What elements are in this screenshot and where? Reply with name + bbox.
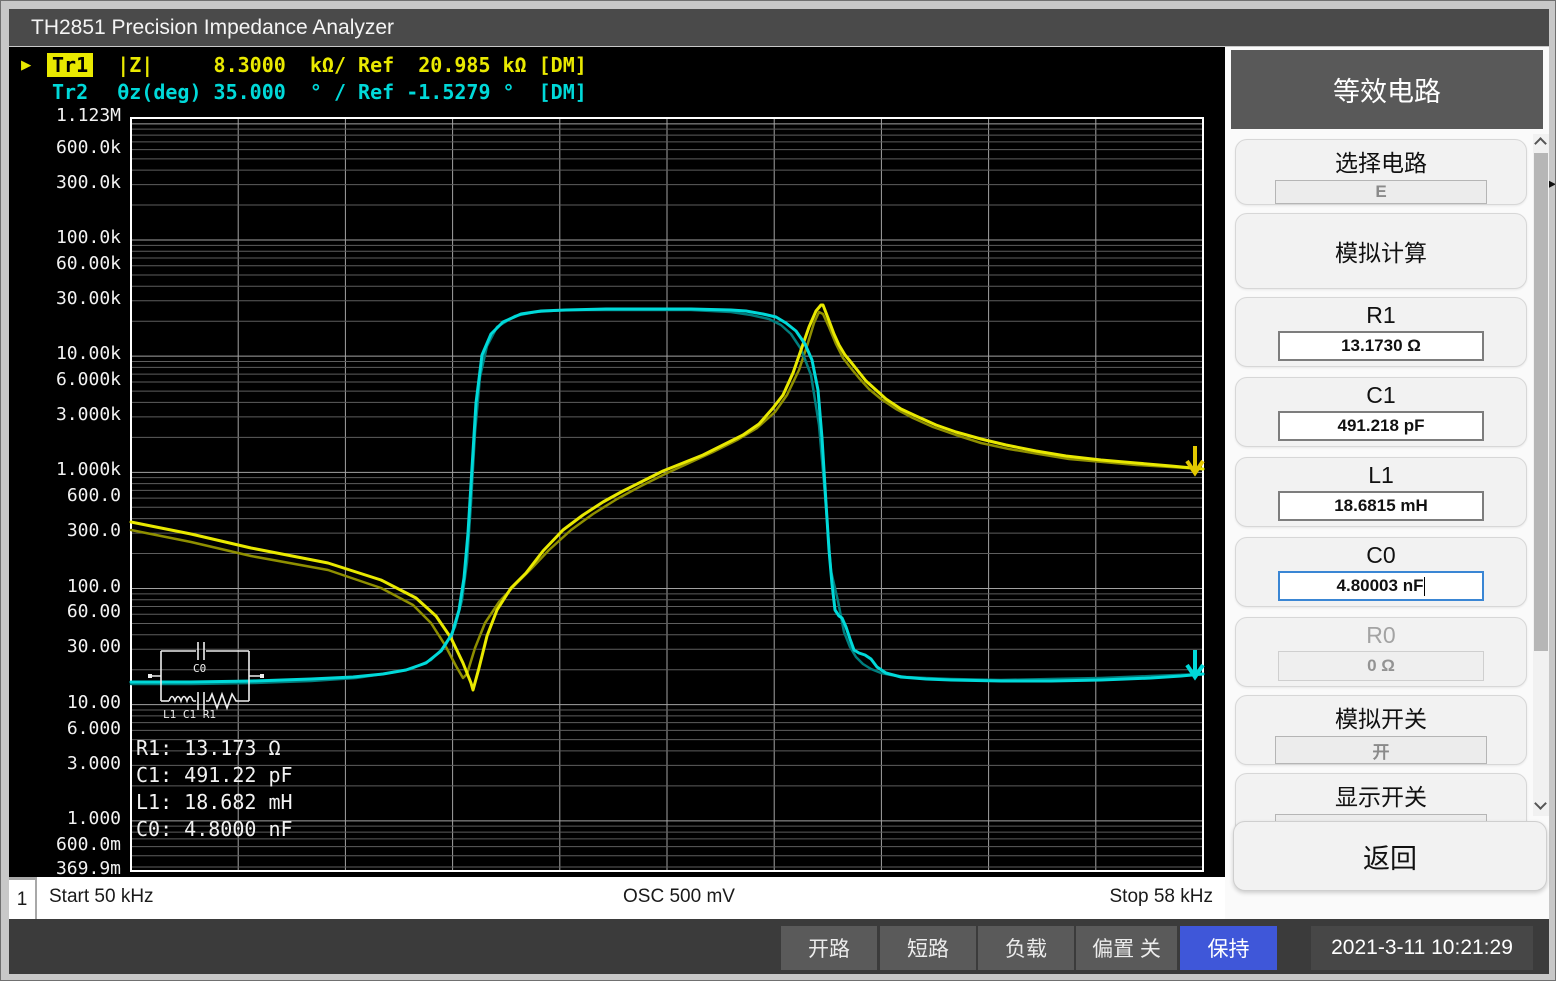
- select-circuit-button[interactable]: 选择电路 E ▶: [1235, 139, 1555, 205]
- open-cal-button[interactable]: 开路: [781, 926, 877, 970]
- c0-value-input[interactable]: 4.80003 nF: [1278, 571, 1484, 601]
- circuit-series-label: L1 C1 R1: [163, 708, 216, 719]
- param-label-r0: R0: [1366, 622, 1396, 648]
- param-value-l1[interactable]: 18.6815 mH: [1278, 491, 1484, 521]
- sweep-status-bar: 1 Start 50 kHz OSC 500 mV Stop 58 kHz: [9, 877, 1225, 919]
- c0-value-text: 4.80003 nF: [1336, 576, 1424, 595]
- sweep-start-label: Start 50 kHz: [49, 886, 154, 907]
- y-axis-tick-label: 10.00k: [55, 343, 121, 365]
- simulate-calc-button[interactable]: 模拟计算: [1235, 213, 1527, 289]
- param-label-c1: C1: [1366, 382, 1396, 408]
- trace1-badge[interactable]: Tr1: [47, 53, 94, 77]
- trace2-row: ▶ Tr2 θz(deg) 35.000 ° / Ref -1.5279 ° […: [21, 79, 587, 105]
- annotation-l1: L1: 18.682 mH: [136, 790, 293, 814]
- short-cal-button[interactable]: 短路: [880, 926, 976, 970]
- sim-switch-button[interactable]: 模拟开关 开: [1235, 695, 1527, 765]
- back-button-label: 返回: [1363, 843, 1417, 874]
- fit-result-annotations: R1: 13.173 Ω C1: 491.22 pF L1: 18.682 mH…: [136, 735, 293, 843]
- text-cursor: [1424, 576, 1426, 596]
- param-button-r0: R0 0 Ω: [1235, 617, 1527, 687]
- y-axis-tick-label: 1.000: [66, 807, 121, 829]
- param-button-c0[interactable]: C0 4.80003 nF: [1235, 537, 1527, 607]
- y-axis-tick-label: 1.123M: [55, 105, 121, 126]
- param-button-r1[interactable]: R1 13.1730 Ω: [1235, 297, 1527, 367]
- y-axis-tick-label: 6.000: [66, 717, 121, 739]
- param-value-r1[interactable]: 13.1730 Ω: [1278, 331, 1484, 361]
- param-value-r0: 0 Ω: [1278, 651, 1484, 681]
- param-value-c1[interactable]: 491.218 pF: [1278, 411, 1484, 441]
- sidebar-scrollbar[interactable]: [1533, 134, 1549, 816]
- instrument-screen: TH2851 Precision Impedance Analyzer ▶ Tr…: [0, 0, 1556, 981]
- hold-button[interactable]: 保持: [1180, 926, 1277, 970]
- y-axis-tick-label: 30.00k: [55, 287, 121, 309]
- equivalent-circuit-diagram: C0 L1 C1 R1: [148, 642, 264, 719]
- y-axis-tick-label: 60.00: [66, 601, 121, 623]
- sim-switch-label: 模拟开关: [1335, 706, 1427, 732]
- datetime-display: 2021-3-11 10:21:29: [1311, 926, 1533, 970]
- param-button-c1[interactable]: C1 491.218 pF: [1235, 377, 1527, 447]
- select-circuit-value[interactable]: E: [1275, 180, 1487, 204]
- sidebar: 等效电路 选择电路 E ▶ 模拟计算 R1 13.1730 Ω C1 491.2…: [1225, 47, 1555, 919]
- trace2-badge[interactable]: Tr2: [47, 80, 93, 104]
- simulate-calc-label: 模拟计算: [1335, 240, 1427, 266]
- trace1-readout: |Z| 8.3000 kΩ/ Ref 20.985 kΩ [DM]: [93, 53, 587, 77]
- sidebar-title: 等效电路: [1231, 50, 1543, 129]
- annotation-c1: C1: 491.22 pF: [136, 763, 293, 787]
- window-title: TH2851 Precision Impedance Analyzer: [31, 16, 395, 39]
- load-cal-button[interactable]: 负载: [978, 926, 1074, 970]
- scrollbar-thumb[interactable]: [1534, 153, 1548, 651]
- scroll-down-icon[interactable]: [1534, 797, 1547, 810]
- y-axis-tick-label: 300.0: [66, 520, 121, 542]
- bottom-toolbar: 开路 短路 负载 偏置 关 保持 2021-3-11 10:21:29: [9, 919, 1549, 974]
- sweep-stop-label: Stop 58 kHz: [1109, 886, 1214, 907]
- titlebar: TH2851 Precision Impedance Analyzer: [9, 9, 1549, 46]
- y-axis-tick-label: 10.00: [66, 691, 121, 713]
- y-axis-tick-label: 600.0m: [55, 833, 121, 855]
- y-axis-tick-label: 3.000k: [55, 404, 121, 425]
- active-trace-marker-icon: ▶: [21, 55, 32, 75]
- y-axis-tick-label: 100.0: [66, 575, 121, 597]
- y-axis-tick-label: 600.0k: [55, 136, 121, 158]
- annotation-r1: R1: 13.173 Ω: [136, 736, 281, 760]
- param-label-c0: C0: [1366, 542, 1396, 568]
- y-axis-tick-label: 300.0k: [55, 171, 121, 193]
- circuit-c0-label: C0: [193, 662, 206, 675]
- param-label-l1: L1: [1368, 462, 1394, 488]
- y-axis-tick-label: 60.00k: [55, 252, 121, 274]
- y-axis-tick-label: 100.0k: [55, 227, 121, 248]
- y-axis-labels: 1.123M 600.0k 300.0k 100.0k 60.00k 30.00k 10.0…: [9, 105, 123, 879]
- chart-panel: ▶ Tr1 |Z| 8.3000 kΩ/ Ref 20.985 kΩ [DM] …: [9, 47, 1225, 879]
- sim-switch-value[interactable]: 开: [1275, 736, 1487, 764]
- select-circuit-label: 选择电路: [1335, 150, 1427, 176]
- display-switch-label: 显示开关: [1335, 784, 1427, 810]
- channel-number: 1: [9, 877, 37, 919]
- y-axis-tick-label: 30.00: [66, 636, 121, 658]
- y-axis-tick-label: 1.000k: [55, 459, 121, 481]
- bias-off-button[interactable]: 偏置 关: [1076, 926, 1177, 970]
- osc-level-label: OSC 500 mV: [623, 886, 735, 907]
- param-button-l1[interactable]: L1 18.6815 mH: [1235, 457, 1527, 527]
- back-button[interactable]: 返回: [1233, 821, 1547, 891]
- param-label-r1: R1: [1366, 302, 1396, 328]
- trace2-readout: θz(deg) 35.000 ° / Ref -1.5279 ° [DM]: [93, 80, 587, 104]
- y-axis-tick-label: 600.0: [66, 485, 121, 507]
- y-axis-tick-label: 3.000: [66, 752, 121, 774]
- trace1-row: ▶ Tr1 |Z| 8.3000 kΩ/ Ref 20.985 kΩ [DM]: [21, 52, 587, 78]
- scroll-up-icon[interactable]: [1534, 137, 1547, 150]
- y-axis-tick-label: 6.000k: [55, 369, 121, 390]
- annotation-c0: C0: 4.8000 nF: [136, 817, 293, 841]
